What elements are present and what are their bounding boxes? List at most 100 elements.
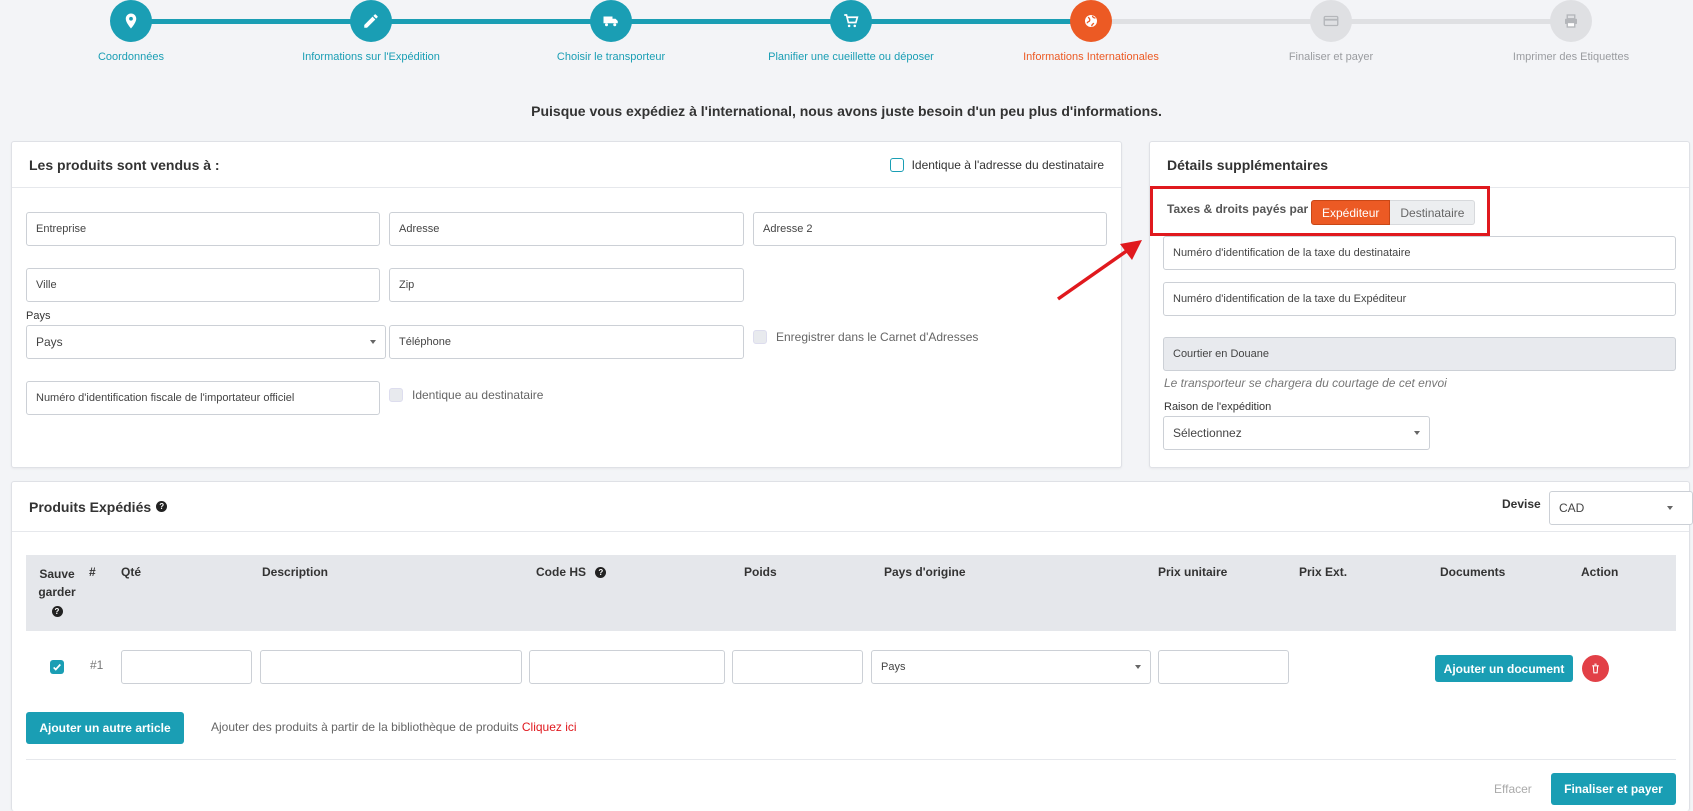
map-marker-icon xyxy=(110,0,152,42)
step-label: Coordonnées xyxy=(97,51,165,63)
col-qty: Qté xyxy=(121,565,142,579)
help-icon[interactable]: ? xyxy=(595,567,607,579)
library-text: Ajouter des produits à partir de la bibl… xyxy=(211,720,519,734)
importer-tax-id-placeholder: Numéro d'identification fiscale de l'imp… xyxy=(36,392,295,404)
currency-select[interactable]: CAD xyxy=(1549,491,1693,525)
chevron-down-icon xyxy=(370,340,376,344)
globe-icon xyxy=(1070,0,1112,42)
reason-value: Sélectionnez xyxy=(1173,426,1242,440)
intro-message: Puisque vous expédiez à l'international,… xyxy=(531,103,1162,119)
qty-input[interactable] xyxy=(121,650,252,684)
broker-note: Le transporteur se chargera du courtage … xyxy=(1164,376,1447,390)
col-hs-code: Code HS ? xyxy=(536,565,607,579)
col-save: Sauvegarder ? xyxy=(36,565,78,619)
company-input[interactable]: Entreprise xyxy=(26,212,380,246)
weight-input[interactable] xyxy=(732,650,863,684)
duties-option-shipper[interactable]: Expéditeur xyxy=(1311,200,1391,225)
reason-select[interactable]: Sélectionnez xyxy=(1163,416,1430,450)
row-number: #1 xyxy=(90,658,104,672)
add-document-button[interactable]: Ajouter un document xyxy=(1435,655,1573,682)
step-planifier-cueillette[interactable]: Planifier une cueillette ou déposer xyxy=(731,0,971,63)
step-label: Finaliser et payer xyxy=(1288,51,1374,63)
clear-button[interactable]: Effacer xyxy=(1494,782,1532,796)
origin-select[interactable]: Pays xyxy=(871,650,1151,684)
description-input[interactable] xyxy=(260,650,522,684)
col-save-label: Sauvegarder xyxy=(38,567,76,599)
footer-divider xyxy=(26,759,1676,760)
step-label: Informations Internationales xyxy=(1023,51,1159,63)
help-icon[interactable]: ? xyxy=(156,501,168,512)
recipient-tax-id-placeholder: Numéro d'identification de la taxe du de… xyxy=(1173,247,1411,259)
finalize-pay-button[interactable]: Finaliser et payer xyxy=(1551,773,1676,805)
city-placeholder: Ville xyxy=(36,279,57,291)
col-origin: Pays d'origine xyxy=(884,565,966,579)
col-documents: Documents xyxy=(1440,565,1506,579)
shipper-tax-id-placeholder: Numéro d'identification de la taxe du Ex… xyxy=(1173,293,1407,305)
step-coordonnees[interactable]: Coordonnées xyxy=(11,0,251,63)
step-informations-internationales[interactable]: Informations Internationales xyxy=(971,0,1211,63)
col-hs-code-label: Code HS xyxy=(536,565,587,579)
help-icon[interactable]: ? xyxy=(51,606,63,618)
products-card: Produits Expédiés ? xyxy=(11,481,1690,811)
chevron-down-icon xyxy=(1414,431,1420,435)
zip-placeholder: Zip xyxy=(399,279,415,291)
reason-label: Raison de l'expédition xyxy=(1164,401,1272,413)
products-title: Produits Expédiés xyxy=(29,498,152,515)
chevron-down-icon xyxy=(1135,665,1141,669)
col-weight: Poids xyxy=(744,565,777,579)
sold-to-card: Les produits sont vendus à : Identique à… xyxy=(11,141,1122,468)
col-num: # xyxy=(89,565,96,579)
progress-stepper: Coordonnées Informations sur l'Expéditio… xyxy=(0,0,1693,80)
recipient-tax-id-input[interactable]: Numéro d'identification de la taxe du de… xyxy=(1163,236,1676,270)
step-label: Planifier une cueillette ou déposer xyxy=(768,51,934,63)
country-select[interactable]: Pays xyxy=(26,325,386,359)
phone-input[interactable]: Téléphone xyxy=(389,325,744,359)
trash-icon[interactable] xyxy=(1582,655,1609,682)
currency-label: Devise xyxy=(1502,497,1541,511)
same-as-recipient-label: Identique à l'adresse du destinataire xyxy=(911,157,1104,172)
duties-option-recipient[interactable]: Destinataire xyxy=(1390,200,1476,225)
company-placeholder: Entreprise xyxy=(36,223,87,235)
identical-recipient-checkbox[interactable] xyxy=(389,388,403,402)
identical-recipient-option[interactable]: Identique au destinataire xyxy=(389,388,543,402)
col-description: Description xyxy=(262,565,329,579)
address-placeholder: Adresse xyxy=(399,223,440,235)
col-ext-price: Prix Ext. xyxy=(1299,565,1348,579)
step-informations-expedition[interactable]: Informations sur l'Expédition xyxy=(251,0,491,63)
country-label: Pays xyxy=(26,310,51,322)
zip-input[interactable]: Zip xyxy=(389,268,744,302)
duties-paid-by-toggle: Expéditeur Destinataire xyxy=(1311,200,1476,225)
same-as-recipient-checkbox[interactable] xyxy=(889,157,904,172)
step-label: Choisir le transporteur xyxy=(556,51,666,63)
col-action: Action xyxy=(1581,565,1619,579)
phone-placeholder: Téléphone xyxy=(399,336,451,348)
step-finaliser-payer: Finaliser et payer xyxy=(1211,0,1451,63)
save-address-book-option[interactable]: Enregistrer dans le Carnet d'Adresses xyxy=(753,330,978,344)
same-as-recipient-toggle[interactable]: Identique à l'adresse du destinataire xyxy=(889,157,1104,172)
products-table-header: Sauvegarder ? # Qté Description Code HS … xyxy=(26,555,1676,631)
library-link[interactable]: Cliquez ici xyxy=(522,720,577,734)
pencil-icon xyxy=(350,0,392,42)
chevron-down-icon xyxy=(1667,506,1673,510)
shipper-tax-id-input[interactable]: Numéro d'identification de la taxe du Ex… xyxy=(1163,282,1676,316)
unit-price-input[interactable] xyxy=(1158,650,1289,684)
city-input[interactable]: Ville xyxy=(26,268,380,302)
library-prompt: Ajouter des produits à partir de la bibl… xyxy=(211,720,577,734)
save-address-book-label: Enregistrer dans le Carnet d'Adresses xyxy=(776,330,979,344)
hs-code-input[interactable] xyxy=(529,650,725,684)
save-address-book-checkbox[interactable] xyxy=(753,330,767,344)
credit-card-icon xyxy=(1310,0,1352,42)
save-row-checkbox[interactable] xyxy=(50,660,64,674)
duties-paid-by-label: Taxes & droits payés par xyxy=(1167,202,1309,216)
currency-value: CAD xyxy=(1559,501,1585,515)
importer-tax-id-input[interactable]: Numéro d'identification fiscale de l'imp… xyxy=(26,381,380,415)
step-choisir-transporteur[interactable]: Choisir le transporteur xyxy=(491,0,731,63)
country-value: Pays xyxy=(36,335,63,349)
add-item-button[interactable]: Ajouter un autre article xyxy=(26,712,184,744)
printer-icon xyxy=(1550,0,1592,42)
address2-placeholder: Adresse 2 xyxy=(763,223,813,235)
origin-value: Pays xyxy=(881,661,906,673)
customs-broker-placeholder: Courtier en Douane xyxy=(1173,348,1270,360)
address-input[interactable]: Adresse xyxy=(389,212,744,246)
identical-recipient-label: Identique au destinataire xyxy=(412,388,544,402)
